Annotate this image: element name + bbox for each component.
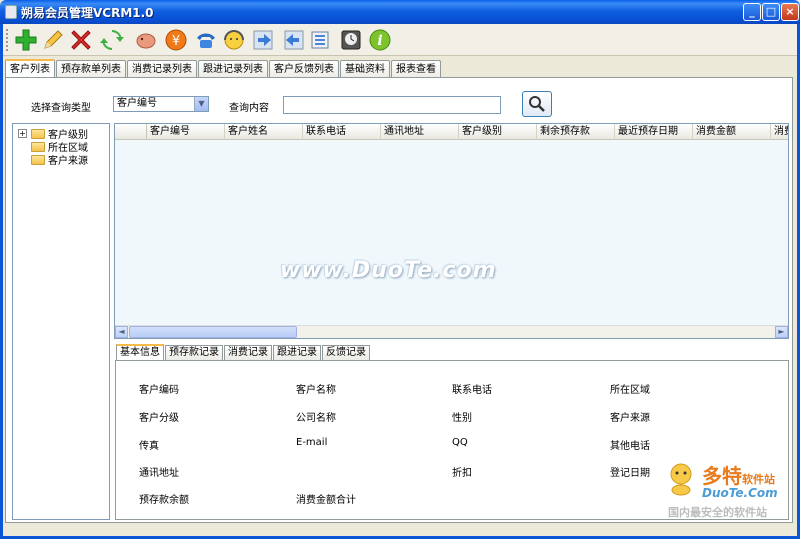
window-frame-left — [0, 24, 3, 539]
customer-grid[interactable]: 客户编号 客户姓名 联系电话 通讯地址 客户级别 剩余预存款 最近预存日期 消费… — [114, 123, 789, 339]
category-tree: + 客户级别 所在区域 客户来源 — [12, 123, 110, 520]
tab-feedback-list[interactable]: 客户反馈列表 — [269, 60, 339, 78]
tab-reports[interactable]: 报表查看 — [391, 60, 441, 78]
minimize-button[interactable]: _ — [743, 3, 761, 21]
tab-prepaid-list[interactable]: 预存款单列表 — [56, 60, 126, 78]
field-consumption-total: 消费金额合计 — [296, 495, 356, 506]
tab-followup-list[interactable]: 跟进记录列表 — [198, 60, 268, 78]
folder-icon — [31, 154, 45, 165]
piggy-bank-icon[interactable] — [133, 27, 159, 53]
tab-feedback-records[interactable]: 反馈记录 — [322, 345, 370, 360]
backup-clock-icon[interactable] — [338, 27, 364, 53]
tab-followup-records[interactable]: 跟进记录 — [273, 345, 321, 360]
svg-text:¥: ¥ — [172, 34, 180, 49]
forward-arrow-icon[interactable] — [251, 27, 277, 53]
detail-tabs: 基本信息 预存款记录 消费记录 跟进记录 反馈记录 — [116, 344, 371, 361]
field-region: 所在区域 — [610, 385, 650, 396]
toolbar: ¥ i — [3, 24, 797, 56]
logo-domain: DuoTe.Com — [702, 486, 778, 500]
chevron-down-icon[interactable]: ▼ — [194, 97, 208, 111]
logo-brand: 多特软件站 — [702, 464, 775, 488]
field-register-date: 登记日期 — [610, 468, 650, 479]
delete-icon[interactable] — [68, 27, 94, 53]
phone-icon[interactable] — [193, 27, 219, 53]
column-header-consumption-amount[interactable]: 消费金额 — [693, 124, 771, 140]
field-customer-code: 客户编码 — [139, 385, 179, 396]
database-icon[interactable] — [308, 27, 334, 53]
refresh-icon[interactable] — [99, 27, 125, 53]
column-header-address[interactable]: 通讯地址 — [381, 124, 459, 140]
folder-icon — [31, 141, 45, 152]
main-tabs: 客户列表 预存款单列表 消费记录列表 跟进记录列表 客户反馈列表 基础资料 报表… — [5, 59, 442, 78]
scroll-left-icon[interactable]: ◄ — [115, 326, 128, 338]
column-header-customer-name[interactable]: 客户姓名 — [225, 124, 303, 140]
logo-slogan: 国内最安全的软件站 — [668, 506, 767, 519]
window-title: 朔易会员管理VCRM1.0 — [21, 6, 154, 20]
field-phone: 联系电话 — [452, 385, 492, 396]
tree-item-source[interactable]: 客户来源 — [31, 153, 88, 167]
app-icon — [5, 5, 17, 19]
column-header-consumption[interactable]: 消费 — [771, 124, 788, 140]
field-address: 通讯地址 — [139, 468, 179, 479]
tab-consumption-list[interactable]: 消费记录列表 — [127, 60, 197, 78]
mascot-icon — [670, 463, 692, 496]
row-selector-header — [115, 124, 147, 140]
tree-item-label: 客户来源 — [48, 156, 88, 167]
column-header-phone[interactable]: 联系电话 — [303, 124, 381, 140]
edit-pencil-icon[interactable] — [40, 27, 66, 53]
search-icon — [529, 96, 545, 112]
query-type-label: 选择查询类型 — [31, 103, 91, 114]
field-discount: 折扣 — [452, 468, 472, 479]
field-customer-grade: 客户分级 — [139, 413, 179, 424]
field-qq: QQ — [452, 437, 468, 448]
watermark: www.DuoTe.com — [280, 258, 497, 283]
scrollbar-thumb[interactable] — [129, 326, 297, 338]
support-headset-icon[interactable] — [221, 27, 247, 53]
field-gender: 性别 — [452, 413, 472, 424]
field-customer-source: 客户来源 — [610, 413, 650, 424]
column-header-prepaid-balance[interactable]: 剩余预存款 — [537, 124, 615, 140]
column-header-last-prepaid-date[interactable]: 最近预存日期 — [615, 124, 693, 140]
tab-basic-data[interactable]: 基础资料 — [340, 60, 390, 78]
search-button[interactable] — [522, 91, 552, 117]
close-button[interactable]: × — [781, 3, 799, 21]
info-icon[interactable]: i — [367, 27, 393, 53]
tab-customer-list[interactable]: 客户列表 — [5, 59, 55, 78]
title-bar: 朔易会员管理VCRM1.0 _ □ × — [0, 0, 800, 24]
svg-text:i: i — [377, 33, 382, 49]
query-type-value: 客户编号 — [117, 98, 157, 109]
field-prepaid-balance: 预存款余额 — [139, 495, 189, 506]
column-header-customer-id[interactable]: 客户编号 — [147, 124, 225, 140]
folder-icon — [31, 128, 45, 139]
query-content-input[interactable] — [283, 96, 501, 114]
yen-icon[interactable]: ¥ — [163, 27, 189, 53]
column-header-level[interactable]: 客户级别 — [459, 124, 537, 140]
add-icon[interactable] — [13, 27, 39, 53]
expand-icon[interactable]: + — [18, 129, 27, 138]
site-logo: 多特软件站 DuoTe.Com 国内最安全的软件站 — [662, 458, 798, 524]
tab-basic-info[interactable]: 基本信息 — [116, 344, 164, 360]
tab-prepaid-records[interactable]: 预存款记录 — [165, 345, 223, 360]
field-customer-name: 客户名称 — [296, 385, 336, 396]
back-arrow-icon[interactable] — [280, 27, 306, 53]
query-type-select[interactable]: 客户编号 ▼ — [113, 96, 209, 112]
field-company-name: 公司名称 — [296, 413, 336, 424]
query-content-label: 查询内容 — [229, 103, 269, 114]
toolbar-grip[interactable] — [6, 29, 9, 51]
horizontal-scrollbar[interactable]: ◄ ► — [115, 325, 788, 338]
maximize-button[interactable]: □ — [762, 3, 780, 21]
grid-header: 客户编号 客户姓名 联系电话 通讯地址 客户级别 剩余预存款 最近预存日期 消费… — [115, 124, 788, 140]
tab-consumption-records[interactable]: 消费记录 — [224, 345, 272, 360]
field-other-phone: 其他电话 — [610, 441, 650, 452]
scroll-right-icon[interactable]: ► — [775, 326, 788, 338]
field-email: E-mail — [296, 437, 328, 448]
field-fax: 传真 — [139, 441, 159, 452]
logo-brand-suffix: 软件站 — [742, 473, 775, 486]
